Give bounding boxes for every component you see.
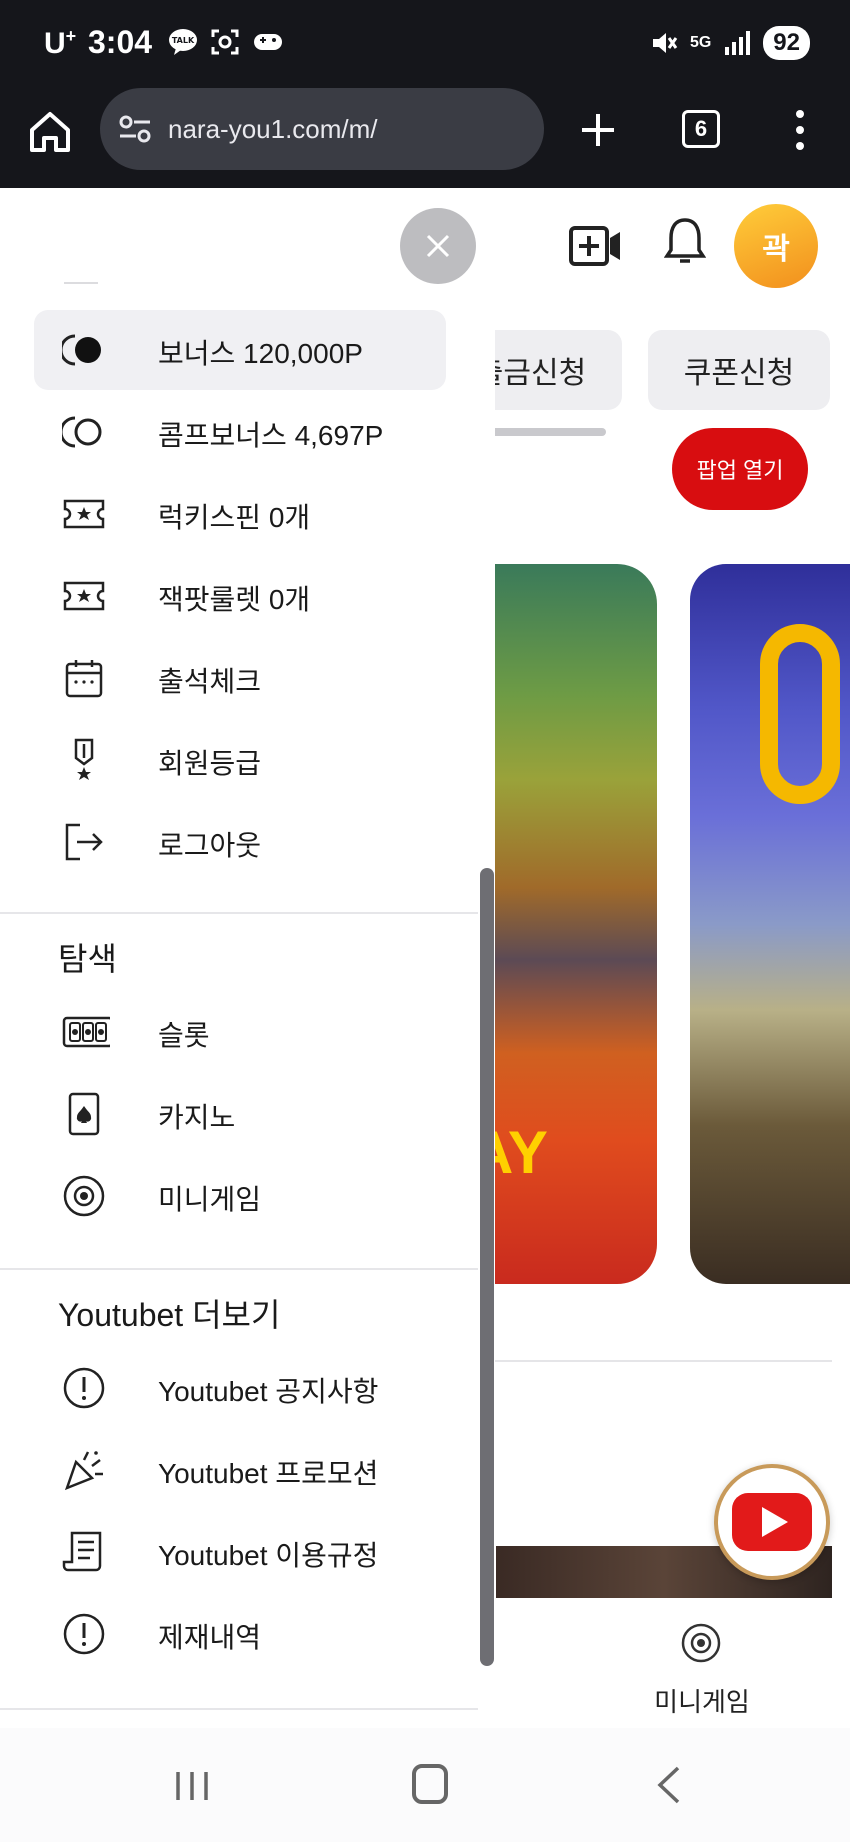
new-tab-icon[interactable] (578, 110, 618, 150)
signal-icon (725, 31, 751, 55)
screenshot-icon (211, 29, 239, 55)
menu-item-casino[interactable]: 카지노 (34, 1074, 446, 1154)
menu-item-label: Youtubet 공지사항 (158, 1376, 379, 1407)
mute-icon (652, 33, 678, 53)
play-icon (732, 1493, 812, 1551)
site-settings-icon[interactable] (118, 112, 152, 146)
menu-item-minigame[interactable]: 미니게임 (34, 1156, 446, 1236)
menu-item-logout[interactable]: 로그아웃 (34, 802, 446, 882)
battery-level: 92 (763, 26, 810, 60)
back-icon[interactable] (650, 1764, 686, 1806)
section-divider (0, 1708, 478, 1710)
home-icon[interactable] (26, 108, 74, 156)
url-text[interactable]: nara-you1.com/m/ (168, 114, 378, 145)
clock: 3:04 (88, 24, 153, 60)
status-bar: U+ 3:04 TALK 5G 92 (0, 0, 850, 86)
network-type: 5G (689, 34, 712, 51)
logout-icon (65, 823, 103, 861)
menu-item-label: 미니게임 (158, 1184, 262, 1215)
minigame-icon[interactable] (680, 1622, 722, 1664)
menu-item-promotion[interactable]: Youtubet 프로모션 (34, 1430, 446, 1510)
menu-item-label: 럭키스핀 0개 (158, 502, 311, 533)
section-title-more: Youtubet 더보기 (58, 1297, 281, 1333)
open-popup-button[interactable]: 팝업 열기 (672, 428, 808, 510)
menu-item-label: 슬롯 (158, 1020, 210, 1051)
menu-item-attendance[interactable]: 출석체크 (34, 638, 446, 718)
close-drawer-button[interactable] (400, 208, 476, 284)
slot-icon (62, 1016, 110, 1048)
menu-item-sanctions[interactable]: 제재내역 (34, 1594, 446, 1674)
alert-icon (63, 1367, 105, 1409)
drawer-scrollbar[interactable] (480, 868, 494, 1666)
svg-text:TALK: TALK (172, 36, 195, 45)
tab-switcher-button[interactable]: 6 (682, 110, 720, 148)
menu-item-lucky-spin[interactable]: 럭키스핀 0개 (34, 474, 446, 554)
menu-item-label: Youtubet 프로모션 (158, 1458, 379, 1489)
party-icon (64, 1451, 103, 1491)
menu-item-label: 회원등급 (158, 748, 262, 779)
menu-item-label: 출석체크 (158, 666, 262, 697)
coupon-button[interactable]: 쿠폰신청 (648, 330, 830, 410)
game-controller-icon (254, 34, 282, 50)
menu-item-label: 로그아웃 (158, 830, 262, 861)
divider (64, 282, 98, 284)
comp-bonus-icon (62, 416, 102, 448)
bell-icon[interactable] (664, 216, 706, 268)
system-navigation-bar (0, 1728, 850, 1842)
horizontal-scroll-indicator (480, 428, 606, 436)
divider (490, 1360, 832, 1362)
side-drawer: 보너스 120,000P 콤프보너스 4,697P 럭키스핀 0개 잭팟룰렛 0… (0, 188, 495, 1728)
minigame-icon (63, 1175, 105, 1217)
banner-artwork (760, 624, 840, 804)
menu-item-notice[interactable]: Youtubet 공지사항 (34, 1348, 446, 1428)
section-divider (0, 912, 478, 914)
add-video-icon[interactable] (568, 222, 622, 270)
menu-item-label: 제재내역 (158, 1622, 262, 1653)
alert-icon (63, 1613, 105, 1655)
card-icon (68, 1092, 100, 1136)
menu-item-label: 콤프보너스 4,697P (158, 420, 384, 451)
home-nav-icon[interactable] (412, 1764, 448, 1804)
carrier-label: U+ (44, 26, 77, 60)
menu-item-membership-level[interactable]: 회원등급 (34, 720, 446, 800)
notification-icons: TALK (168, 28, 284, 56)
calendar-icon (65, 660, 103, 698)
browser-toolbar: nara-you1.com/m/ 6 (0, 86, 850, 188)
talk-icon: TALK (169, 29, 197, 55)
menu-item-slot[interactable]: 슬롯 (34, 992, 446, 1072)
system-status-icons: 5G 92 (650, 26, 810, 60)
bonus-filled-icon (62, 334, 101, 366)
game-banner-card[interactable] (690, 564, 850, 1284)
menu-item-label: 보너스 120,000P (158, 338, 363, 369)
ticket-icon (63, 581, 105, 611)
document-icon (62, 1531, 102, 1572)
youtube-floating-button[interactable] (714, 1464, 830, 1580)
avatar[interactable]: 곽 (734, 204, 818, 288)
menu-item-jackpot-roulette[interactable]: 잭팟룰렛 0개 (34, 556, 446, 636)
menu-item-label: Youtubet 이용규정 (158, 1540, 379, 1571)
section-title-explore: 탐색 (58, 941, 117, 977)
bottom-nav-minigame-label[interactable]: 미니게임 (640, 1682, 764, 1719)
close-icon (426, 234, 450, 258)
menu-item-comp-bonus[interactable]: 콤프보너스 4,697P (34, 392, 446, 472)
medal-icon (74, 738, 94, 780)
ticket-icon (63, 499, 105, 529)
menu-item-bonus[interactable]: 보너스 120,000P (34, 310, 446, 390)
menu-item-terms[interactable]: Youtubet 이용규정 (34, 1512, 446, 1592)
url-bar[interactable]: nara-you1.com/m/ (100, 88, 544, 170)
section-divider (0, 1268, 478, 1270)
more-menu-icon[interactable] (790, 108, 810, 152)
recent-apps-icon[interactable] (172, 1768, 212, 1804)
menu-item-label: 카지노 (158, 1102, 236, 1133)
menu-item-label: 잭팟룰렛 0개 (158, 584, 311, 615)
